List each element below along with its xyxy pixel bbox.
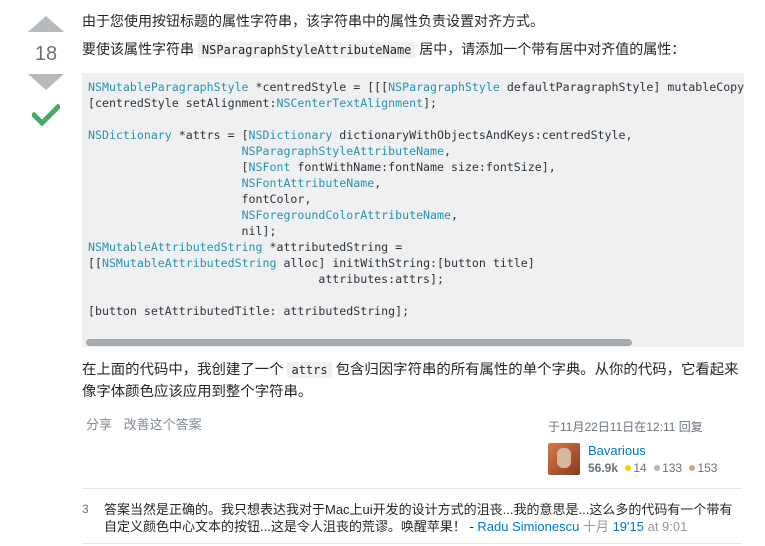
code-line: fontColor,: [88, 192, 312, 206]
comment-date: 十月 19'15 at 9:01: [583, 519, 687, 534]
user-info: Bavarious 56.9k 14 133 153: [548, 443, 758, 475]
user-name-link[interactable]: Bavarious: [588, 443, 717, 458]
code-line: NSFontAttributeName,: [241, 176, 382, 190]
code-line: [button setAttributedTitle: attributedSt…: [88, 304, 410, 318]
answer-post: 由于您使用按钮标题的属性字符串，该字符串中的属性负责设置对齐方式。 要使该属性字…: [82, 8, 765, 403]
inline-code: NSParagraphStyleAttributeName: [197, 42, 416, 58]
post-menu: 分享 改善这个答案: [86, 414, 210, 433]
code-type-token: NSFontAttributeName: [241, 176, 375, 190]
user-reputation-row: 56.9k 14 133 153: [588, 461, 717, 475]
reputation-score: 56.9k: [588, 461, 619, 475]
code-line: [[NSMutableAttributedString alloc] initW…: [88, 256, 535, 270]
code-line: attributes:attrs];: [88, 272, 444, 286]
vote-cell: 18: [26, 10, 66, 129]
vote-count: 18: [34, 43, 58, 65]
paragraph-text: 居中，请添加一个带有居中对齐值的属性：: [419, 41, 686, 57]
scrollbar-thumb[interactable]: [86, 339, 632, 346]
code-line: [centredStyle setAlignment:NSCenterTextA…: [88, 96, 438, 110]
code-line: NSMutableParagraphStyle *centredStyle = …: [88, 80, 744, 94]
comment-date-link[interactable]: 19'15: [613, 519, 644, 534]
code-type-token: NSParagraphStyleAttributeName: [241, 144, 444, 158]
comment-date-suffix: at 9:01: [647, 519, 688, 534]
answer-paragraph-3: 在上面的代码中，我创建了一个 attrs 包含归因字符串的所有属性的单个字典。从…: [82, 359, 742, 403]
user-card: 于11月22日11日在12:11 回复 Bavarious 56.9k 14 1…: [548, 418, 758, 475]
code-type-token: NSDictionary: [88, 128, 172, 142]
silver-badge-icon: [654, 465, 661, 472]
code-type-token: NSDictionary: [248, 128, 333, 142]
code-type-token: NSMutableParagraphStyle: [88, 80, 249, 94]
code-type-token: NSFont: [248, 160, 291, 174]
code-type-token: NSCenterTextAlignment: [276, 96, 424, 110]
code-line: NSParagraphStyleAttributeName,: [241, 144, 451, 158]
gold-badge-count: 14: [633, 461, 647, 475]
comment-user-link[interactable]: Radu Simionescu: [477, 519, 579, 534]
accepted-checkmark-icon: [26, 103, 66, 129]
improve-answer-link[interactable]: 改善这个答案: [124, 417, 202, 432]
answer-paragraph-2: 要使该属性字符串 NSParagraphStyleAttributeName 居…: [82, 38, 765, 61]
code-type-token: NSParagraphStyle: [388, 80, 500, 94]
code-line: NSMutableAttributedString *attributedStr…: [88, 240, 403, 254]
gold-badge-icon: [625, 465, 632, 472]
answer-paragraph-1: 由于您使用按钮标题的属性字符串，该字符串中的属性负责设置对齐方式。: [82, 13, 544, 29]
answer-time: 于11月22日11日在12:11 回复: [548, 420, 703, 434]
comment-body: 答案当然是正确的。我只想表达我对于Mac上ui开发的设计方式的沮丧...我的意思…: [104, 501, 734, 535]
avatar[interactable]: [548, 443, 580, 475]
code-type-token: NSMutableAttributedString: [101, 256, 277, 270]
code-line: NSDictionary *attrs = [NSDictionary dict…: [88, 128, 633, 142]
code-line: [NSFont fontWithName:fontName size:fontS…: [88, 160, 556, 174]
comment: 3 答案当然是正确的。我只想表达我对于Mac上ui开发的设计方式的沮丧...我的…: [82, 488, 742, 544]
code-block[interactable]: NSMutableParagraphStyle *centredStyle = …: [82, 73, 744, 347]
horizontal-scrollbar[interactable]: [82, 337, 744, 347]
silver-badge-count: 133: [662, 461, 683, 475]
comment-date-prefix: 十月: [582, 519, 609, 534]
code-type-token: NSForegroundColorAttributeName: [241, 208, 451, 222]
downvote-arrow-icon[interactable]: [28, 74, 64, 90]
code-line: NSForegroundColorAttributeName,: [241, 208, 458, 222]
comment-score: 3: [82, 502, 89, 516]
avatar-face: [557, 448, 571, 468]
bronze-badge-count: 153: [697, 461, 718, 475]
paragraph-text: 在上面的代码中，我创建了一个: [82, 362, 284, 378]
share-link[interactable]: 分享: [86, 417, 112, 432]
upvote-arrow-icon[interactable]: [28, 16, 64, 32]
user-details: Bavarious 56.9k 14 133 153: [588, 443, 717, 475]
code-type-token: NSMutableAttributedString: [88, 240, 263, 254]
paragraph-text: 要使该属性字符串: [82, 41, 194, 57]
bronze-badge-icon: [689, 465, 696, 472]
code-content: NSMutableParagraphStyle *centredStyle = …: [88, 79, 744, 319]
code-line: nil];: [88, 224, 277, 238]
inline-code: attrs: [287, 362, 332, 378]
